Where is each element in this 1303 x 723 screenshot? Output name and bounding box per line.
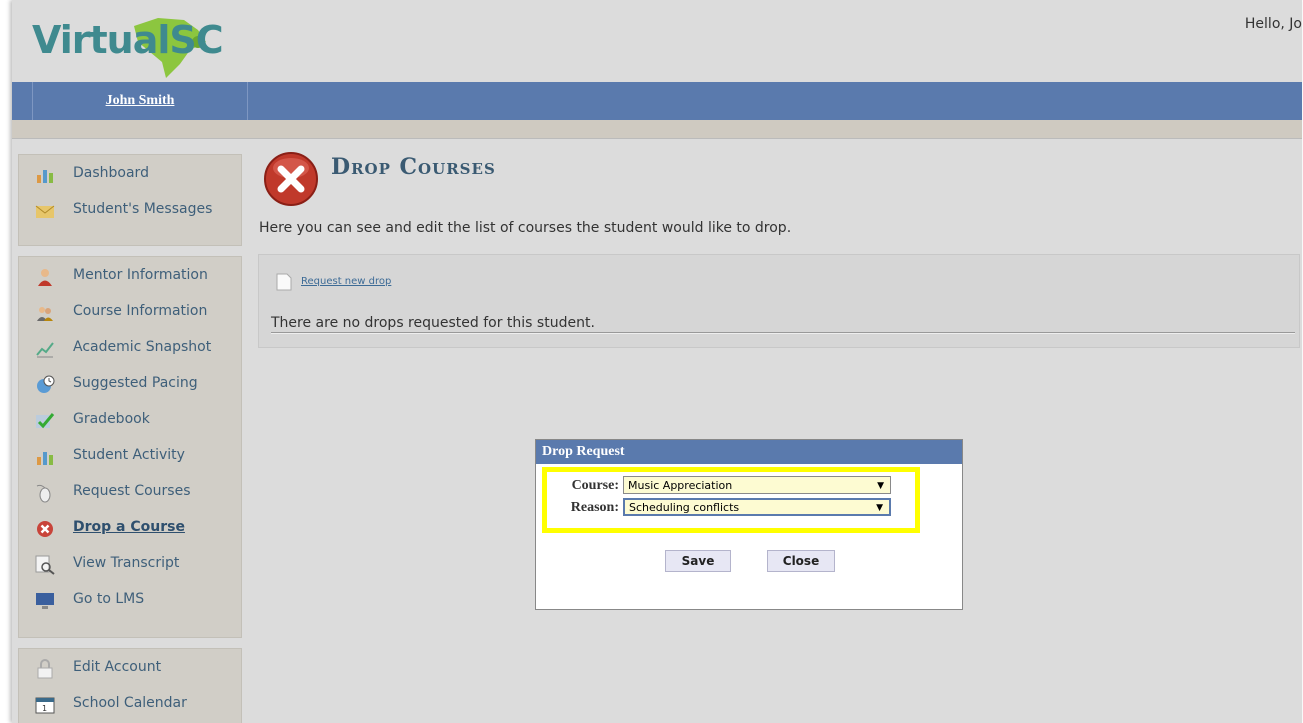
user-name-cell: John Smith (32, 82, 248, 120)
sidebar-item-label: View Transcript (73, 555, 180, 571)
drop-courses-icon (264, 152, 318, 206)
sidebar-item-suggested-pacing[interactable]: Suggested Pacing (19, 371, 241, 397)
course-select[interactable]: Music Appreciation ▼ (623, 476, 891, 494)
page-description: Here you can see and edit the list of co… (259, 220, 792, 236)
main-content: Drop Courses Here you can see and edit t… (256, 138, 1302, 723)
logo-text: VirtualSC (32, 18, 224, 62)
no-drops-message: There are no drops requested for this st… (271, 315, 595, 331)
sidebar-item-drop-a-course[interactable]: Drop a Course (19, 515, 241, 541)
people-icon (37, 307, 53, 321)
envelope-icon (35, 205, 55, 218)
sidebar-item-school-calendar[interactable]: 1 School Calendar (19, 691, 241, 717)
browser-frame: VirtualSC Hello, Jo John Smith Dashboard… (12, 0, 1302, 723)
sidebar-item-students-messages[interactable]: Student's Messages (19, 197, 241, 223)
divider (271, 332, 1295, 334)
drop-icon (37, 521, 53, 537)
sidebar-item-label: Student Activity (73, 447, 185, 463)
request-new-drop-link[interactable]: Request new drop (301, 276, 391, 287)
sidebar-item-label: Request Courses (73, 483, 191, 499)
greeting-text: Hello, Jo (1244, 16, 1302, 32)
person-icon (38, 269, 52, 286)
chart-icon (37, 452, 53, 465)
course-label: Course: (571, 478, 619, 493)
close-button[interactable]: Close (767, 550, 835, 572)
sidebar-item-dashboard[interactable]: Dashboard (19, 161, 241, 187)
sidebar-item-label: Gradebook (73, 411, 150, 427)
reason-label: Reason: (570, 500, 619, 515)
monitor-icon (36, 593, 54, 609)
sub-bar (12, 120, 1302, 139)
sidebar-item-go-to-lms[interactable]: Go to LMS (19, 587, 241, 613)
sidebar-item-academic-snapshot[interactable]: Academic Snapshot (19, 335, 241, 361)
sidebar-group-student: Mentor Information Course Information Ac… (18, 256, 242, 638)
sidebar-item-mentor-information[interactable]: Mentor Information (19, 263, 241, 289)
course-select-value: Music Appreciation (628, 479, 733, 492)
mouse-icon (36, 484, 51, 503)
chart-icon (37, 170, 53, 183)
sidebar-group-main: Dashboard Student's Messages (18, 154, 242, 246)
chevron-down-icon: ▼ (876, 503, 883, 513)
sidebar-item-edit-account[interactable]: Edit Account (19, 655, 241, 681)
form-highlight: Course: Music Appreciation ▼ Reason: Sch… (542, 467, 920, 533)
sidebar-item-view-transcript[interactable]: View Transcript (19, 551, 241, 577)
checkmark-icon (36, 413, 55, 429)
sidebar-item-label: Mentor Information (73, 267, 208, 283)
svg-text:1: 1 (42, 704, 47, 713)
sidebar-item-student-activity[interactable]: Student Activity (19, 443, 241, 469)
globe-clock-icon (37, 375, 55, 393)
drops-panel: Request new drop There are no drops requ… (258, 254, 1300, 348)
lock-icon (37, 659, 53, 679)
top-nav-bar: John Smith (12, 82, 1302, 120)
sidebar-item-label: Go to LMS (73, 591, 145, 607)
magnifier-icon (35, 555, 55, 575)
sidebar-item-label: Drop a Course (73, 519, 185, 535)
user-name-link[interactable]: John Smith (106, 93, 175, 108)
sidebar-item-label: Suggested Pacing (73, 375, 198, 391)
sidebar-item-label: Dashboard (73, 165, 149, 181)
reason-select[interactable]: Scheduling conflicts ▼ (623, 498, 891, 516)
sidebar-item-label: Academic Snapshot (73, 339, 212, 355)
sidebar-group-account: Edit Account 1 School Calendar (18, 648, 242, 723)
drop-request-dialog: Drop Request Course: Music Appreciation … (535, 439, 963, 610)
chevron-down-icon: ▼ (877, 481, 884, 491)
calendar-icon: 1 (35, 697, 55, 714)
sidebar-item-request-courses[interactable]: Request Courses (19, 479, 241, 505)
virtualsc-logo[interactable]: VirtualSC (32, 8, 224, 78)
sidebar-item-label: School Calendar (73, 695, 187, 711)
sidebar-item-label: Student's Messages (73, 201, 213, 217)
page-title: Drop Courses (331, 154, 496, 180)
sidebar-item-label: Edit Account (73, 659, 162, 675)
sidebar-item-label: Course Information (73, 303, 208, 319)
logo-text-value: VirtualSC (32, 18, 224, 62)
save-button[interactable]: Save (665, 550, 731, 572)
document-icon (276, 273, 292, 291)
sidebar-item-gradebook[interactable]: Gradebook (19, 407, 241, 433)
sidebar-item-course-information[interactable]: Course Information (19, 299, 241, 325)
graph-icon (36, 342, 54, 358)
reason-select-value: Scheduling conflicts (629, 501, 740, 514)
dialog-title: Drop Request (536, 440, 962, 464)
header: VirtualSC Hello, Jo (12, 0, 1302, 82)
